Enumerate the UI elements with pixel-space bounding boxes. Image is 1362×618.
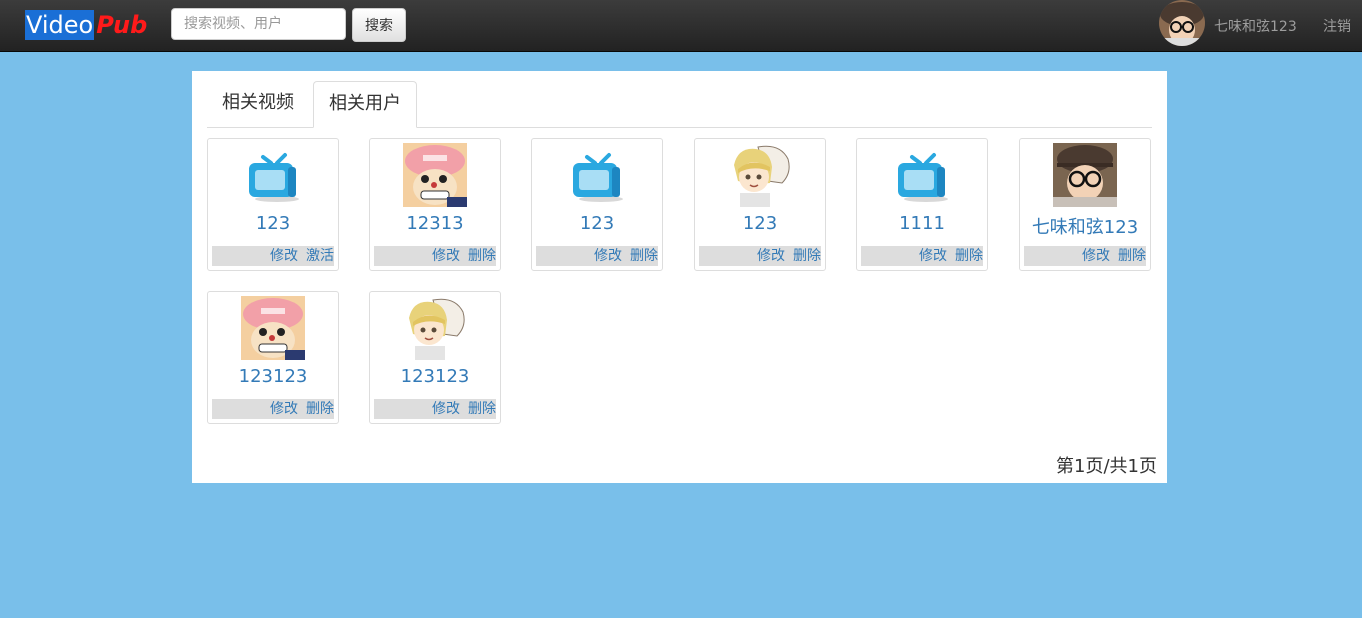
edit-link[interactable]: 修改 [270, 401, 298, 417]
delete-link[interactable]: 删除 [630, 248, 658, 264]
card-username[interactable]: 123123 [208, 366, 338, 387]
tv-icon [898, 153, 948, 202]
user-card: 七味和弦123 修改 删除 [1019, 138, 1151, 271]
brand-logo[interactable]: Video Pub [25, 9, 147, 41]
edit-link[interactable]: 修改 [919, 248, 947, 264]
card-username[interactable]: 七味和弦123 [1020, 213, 1150, 239]
tab-related-videos[interactable]: 相关视频 [207, 81, 309, 127]
card-actions: 修改 删除 [374, 246, 496, 266]
delete-link[interactable]: 删除 [955, 248, 983, 264]
edit-link[interactable]: 修改 [594, 248, 622, 264]
brand-pub-text: Pub [96, 11, 148, 39]
search-button[interactable]: 搜索 [352, 8, 406, 42]
user-card: 123123 修改 删除 [369, 291, 501, 424]
logout-link[interactable]: 注销 [1323, 16, 1351, 36]
card-username[interactable]: 123123 [370, 366, 500, 387]
card-actions: 修改 删除 [1024, 246, 1146, 266]
user-card: 123123 修改 删除 [207, 291, 339, 424]
user-card: 123 修改 删除 [694, 138, 826, 271]
user-card: 123 修改 激活 [207, 138, 339, 271]
delete-link[interactable]: 删除 [793, 248, 821, 264]
delete-link[interactable]: 删除 [468, 248, 496, 264]
card-username[interactable]: 12313 [370, 213, 500, 234]
edit-link[interactable]: 修改 [270, 248, 298, 264]
results-panel: 相关视频 相关用户 123 修改 激活 12313 修改 删除 123 修改 删… [192, 71, 1167, 483]
chopper-avatar-icon [403, 143, 467, 207]
search-input[interactable] [171, 8, 346, 40]
card-actions: 修改 删除 [374, 399, 496, 419]
edit-link[interactable]: 修改 [432, 248, 460, 264]
edit-link[interactable]: 修改 [432, 401, 460, 417]
delete-link[interactable]: 删除 [306, 401, 334, 417]
card-actions: 修改 删除 [212, 399, 334, 419]
edit-link[interactable]: 修改 [1082, 248, 1110, 264]
activate-link[interactable]: 激活 [306, 248, 334, 264]
anime-boy-avatar-icon [728, 143, 792, 207]
user-card: 12313 修改 删除 [369, 138, 501, 271]
user-card: 1111 修改 删除 [856, 138, 988, 271]
top-navbar: Video Pub 搜索 七味和弦123 注销 [0, 0, 1362, 52]
card-actions: 修改 激活 [212, 246, 334, 266]
chopper-avatar-icon [241, 296, 305, 360]
card-username[interactable]: 123 [532, 213, 662, 234]
card-actions: 修改 删除 [699, 246, 821, 266]
edit-link[interactable]: 修改 [757, 248, 785, 264]
kid-glasses-avatar-icon [1159, 0, 1205, 46]
card-username[interactable]: 1111 [857, 213, 987, 234]
delete-link[interactable]: 删除 [1118, 248, 1146, 264]
pagination-info: 第1页/共1页 [1056, 456, 1157, 477]
delete-link[interactable]: 删除 [468, 401, 496, 417]
tv-icon [249, 153, 299, 202]
card-username[interactable]: 123 [695, 213, 825, 234]
result-tabs: 相关视频 相关用户 [207, 81, 1152, 128]
username-link[interactable]: 七味和弦123 [1214, 16, 1297, 36]
kid-glasses-avatar-icon [1053, 143, 1117, 207]
card-actions: 修改 删除 [536, 246, 658, 266]
brand-video-text: Video [25, 10, 95, 40]
card-username[interactable]: 123 [208, 213, 338, 234]
card-actions: 修改 删除 [861, 246, 983, 266]
tv-icon [573, 153, 623, 202]
user-avatar[interactable] [1159, 0, 1205, 46]
anime-boy-avatar-icon [403, 296, 467, 360]
user-card: 123 修改 删除 [531, 138, 663, 271]
tab-related-users[interactable]: 相关用户 [313, 81, 417, 128]
